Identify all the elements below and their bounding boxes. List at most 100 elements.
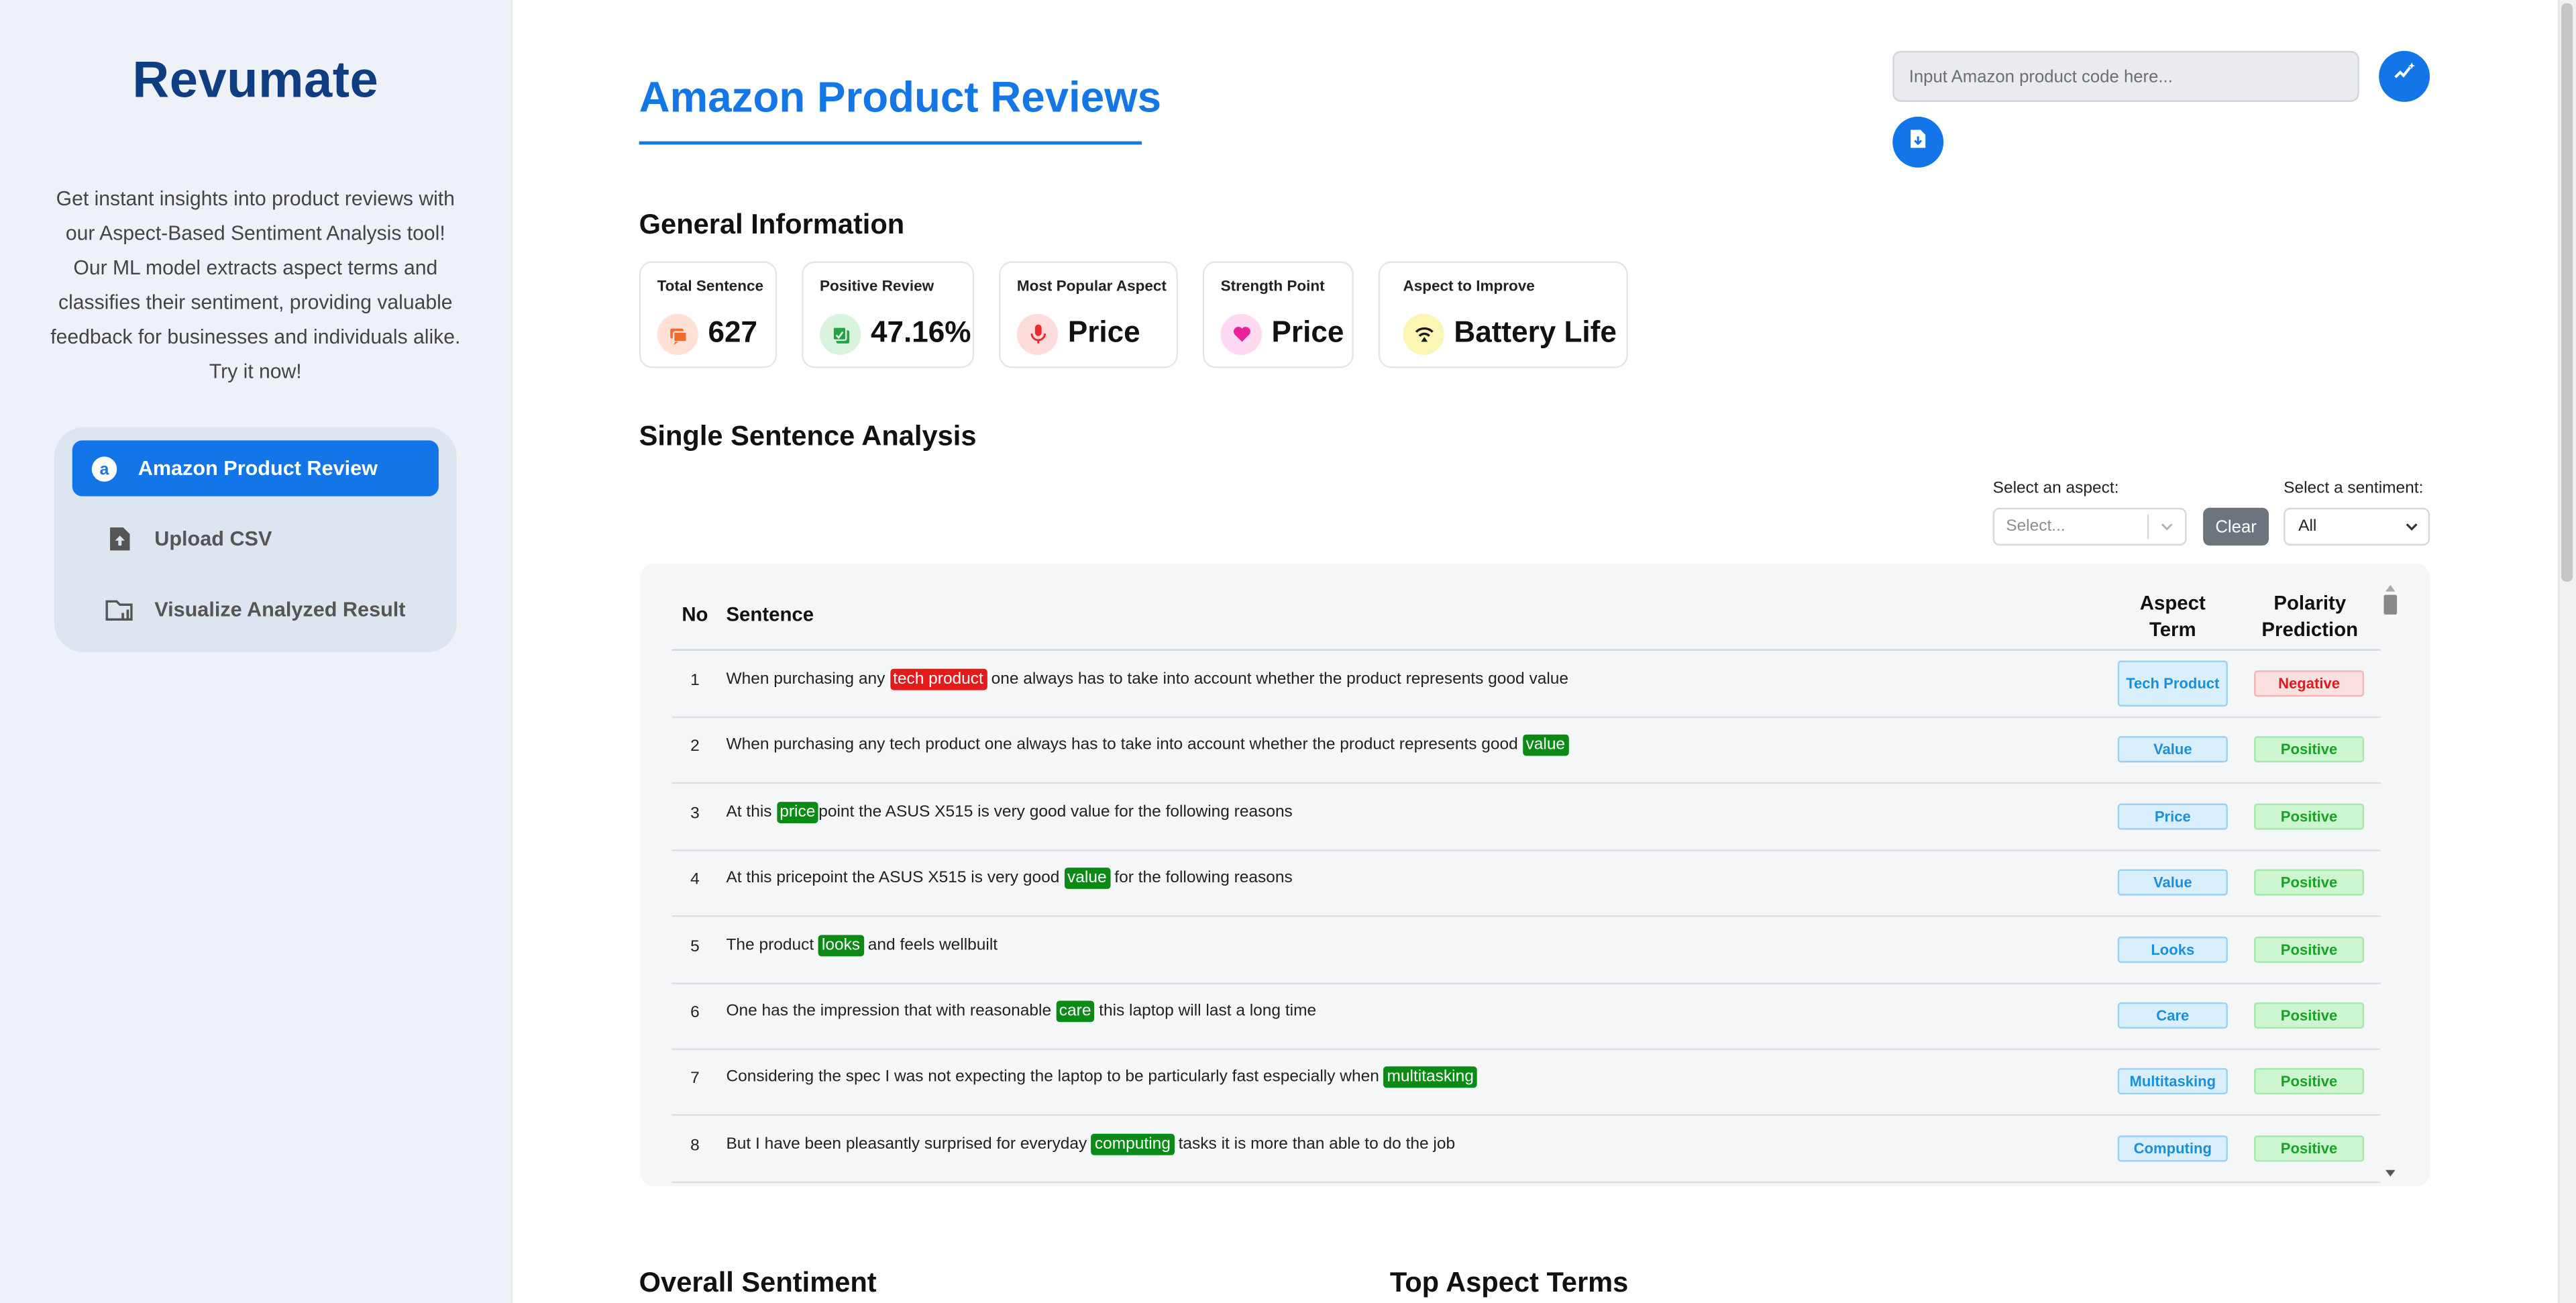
row-sentence: One has the impression that with reasona… <box>726 1000 1316 1023</box>
nav-item-label: Amazon Product Review <box>138 456 378 480</box>
table-row: 4 At this pricepoint the ASUS X515 is ver… <box>672 850 2381 918</box>
col-header-no: No <box>682 603 708 627</box>
aspect-filter-label: Select an aspect: <box>1992 480 2119 499</box>
polarity-badge: Positive <box>2254 803 2365 830</box>
polarity-badge: Negative <box>2254 670 2365 697</box>
row-number: 6 <box>690 1004 700 1023</box>
sparkle-analyze-icon <box>2393 61 2416 93</box>
row-number: 5 <box>690 937 700 956</box>
sentence-text: When purchasing any <box>726 670 890 689</box>
stat-label: Total Sentence <box>657 277 763 295</box>
page-title: Amazon Product Reviews <box>639 72 1162 122</box>
polarity-badge: Positive <box>2254 1068 2365 1095</box>
highlighted-aspect: care <box>1055 1000 1095 1023</box>
sentence-text: Considering the spec I was not expecting… <box>726 1068 1384 1087</box>
polarity-badge: Positive <box>2254 737 2365 764</box>
polarity-badge: Positive <box>2254 935 2365 963</box>
row-sentence: At this pricepoint the ASUS X515 is very… <box>726 868 1293 890</box>
nav-item-label: Upload CSV <box>154 527 272 551</box>
highlighted-aspect: computing <box>1091 1133 1174 1155</box>
sentence-text: One has the impression that with reasona… <box>726 1002 1056 1021</box>
tagline: Get instant insights into product review… <box>50 187 461 383</box>
row-number: 8 <box>690 1137 700 1155</box>
sentence-text: point the ASUS X515 is very good value f… <box>818 803 1293 822</box>
table-row: 7 Considering the spec I was not expectin… <box>672 1049 2381 1116</box>
top-aspect-terms-heading: Top Aspect Terms <box>1389 1267 1629 1298</box>
chat-icon <box>657 313 698 355</box>
highlighted-aspect: price <box>776 801 819 823</box>
title-underline <box>639 141 1142 145</box>
row-number: 2 <box>690 738 700 757</box>
sentence-text: At this <box>726 803 777 822</box>
sentiment-select[interactable]: All <box>2284 507 2430 546</box>
polarity-badge: Positive <box>2254 869 2365 896</box>
row-number: 7 <box>690 1070 700 1089</box>
table-row: 1 When purchasing any tech product one al… <box>672 651 2381 719</box>
sentiment-filter-label: Select a sentiment: <box>2284 480 2424 499</box>
row-sentence: But I have been pleasantly surprised for… <box>726 1133 1456 1155</box>
folder-chart-icon <box>103 593 136 626</box>
svg-text:a: a <box>99 459 109 478</box>
sentence-text: The product <box>726 935 818 954</box>
stat-card-total-sentence: Total Sentence 627 <box>639 261 777 368</box>
table-scrollbar[interactable] <box>2381 578 2400 1183</box>
stat-value: Price <box>1067 315 1140 349</box>
stat-value: 47.16% <box>870 315 971 349</box>
aspect-term-badge: Care <box>2117 1002 2228 1029</box>
nav-item-amazon-product-review[interactable]: a Amazon Product Review <box>72 440 439 497</box>
download-file-icon <box>1909 127 1927 157</box>
sentence-text: for the following reasons <box>1110 869 1293 888</box>
highlighted-aspect: multitasking <box>1383 1067 1477 1089</box>
chevron-down-icon <box>2149 523 2185 531</box>
signal-icon <box>1403 313 1444 355</box>
sentence-text: But I have been pleasantly surprised for… <box>726 1135 1092 1153</box>
aspect-term-badge: Tech Product <box>2117 660 2228 707</box>
highlighted-aspect: tech product <box>890 668 987 690</box>
sentence-text: tasks it is more than able to do the job <box>1173 1135 1456 1153</box>
highlighted-aspect: looks <box>818 934 863 956</box>
clear-button[interactable]: Clear <box>2203 507 2269 546</box>
col-header-aspect-term: Aspect Term <box>2118 590 2228 642</box>
stat-value: 627 <box>708 315 758 349</box>
brand-logo: Revumate <box>132 50 379 109</box>
overall-sentiment-heading: Overall Sentiment <box>639 1267 877 1298</box>
col-header-aspect-line: Aspect <box>2139 591 2206 615</box>
aspect-term-badge: Looks <box>2117 935 2228 963</box>
thumbs-up-icon <box>820 313 861 355</box>
aspect-select-placeholder: Select... <box>2006 517 2065 536</box>
aspect-term-badge: Computing <box>2117 1135 2228 1161</box>
row-number: 4 <box>690 871 700 890</box>
table-row: 2 When purchasing any tech product one al… <box>672 717 2381 785</box>
aspect-term-badge: Price <box>2117 803 2228 830</box>
table-row: 6 One has the impression that with reason… <box>672 983 2381 1050</box>
sentence-text: and feels wellbuilt <box>863 935 998 954</box>
table-scrollbar-thumb[interactable] <box>2383 594 2398 615</box>
file-upload-icon <box>103 523 136 556</box>
row-sentence: When purchasing any tech product one alw… <box>726 668 1568 690</box>
stat-label: Aspect to Improve <box>1403 277 1535 295</box>
nav-item-upload-csv[interactable]: Upload CSV <box>72 511 439 567</box>
table-row: 5 The product looks and feels wellbuilt Lo… <box>672 917 2381 984</box>
col-header-polarity: Polarity Prediction <box>2247 590 2372 642</box>
polarity-badge: Positive <box>2254 1135 2365 1161</box>
analyze-button[interactable] <box>2379 50 2430 102</box>
page-scrollbar-thumb[interactable] <box>2561 3 2573 582</box>
download-button[interactable] <box>1892 116 1944 168</box>
stat-label: Strength Point <box>1220 277 1325 295</box>
row-sentence: The product looks and feels wellbuilt <box>726 934 998 956</box>
table-row: 3 At this price point the ASUS X515 is ver… <box>672 784 2381 851</box>
stat-label: Most Popular Aspect <box>1016 277 1167 295</box>
stat-value: Battery Life <box>1454 315 1617 349</box>
polarity-badge: Positive <box>2254 1002 2365 1029</box>
row-sentence: At this pricepoint the ASUS X515 is very… <box>726 801 1293 823</box>
stat-card-positive-review: Positive Review 47.16% <box>802 261 975 368</box>
aspect-term-badge: Value <box>2117 737 2228 764</box>
heart-icon <box>1220 313 1262 355</box>
aspect-select[interactable]: Select... <box>1992 507 2187 546</box>
nav-item-label: Visualize Analyzed Result <box>154 598 406 621</box>
general-info-heading: General Information <box>639 209 905 240</box>
stat-card-most-popular-aspect: Most Popular Aspect Price <box>998 261 1178 368</box>
nav-item-visualize[interactable]: Visualize Analyzed Result <box>72 582 439 637</box>
row-number: 1 <box>690 672 700 690</box>
product-code-input[interactable] <box>1892 50 2359 102</box>
